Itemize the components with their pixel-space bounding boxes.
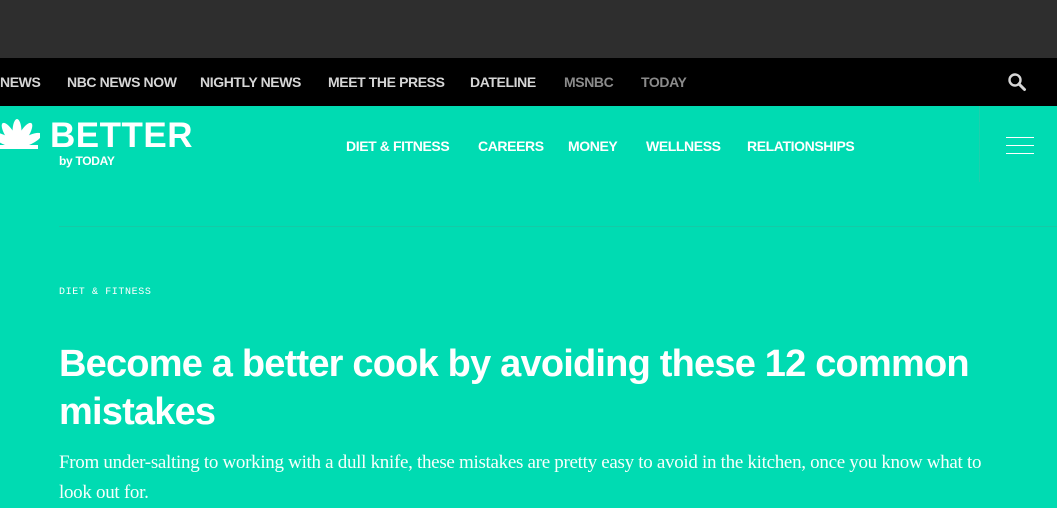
network-nav-bar: NEWS NBC NEWS NOW NIGHTLY NEWS MEET THE … bbox=[0, 58, 1057, 106]
network-link-dateline[interactable]: DATELINE bbox=[470, 74, 536, 90]
site-header: BETTER by TODAY DIET & FITNESS CAREERS M… bbox=[0, 106, 1057, 227]
better-by-today-logo[interactable]: BETTER by TODAY bbox=[0, 106, 230, 178]
ad-banner-area bbox=[0, 0, 1057, 58]
network-link-news[interactable]: NEWS bbox=[0, 74, 41, 90]
search-icon[interactable] bbox=[1006, 71, 1030, 93]
section-link-money[interactable]: MONEY bbox=[568, 138, 618, 154]
section-link-wellness[interactable]: WELLNESS bbox=[646, 138, 721, 154]
network-link-msnbc[interactable]: MSNBC bbox=[564, 74, 614, 90]
section-link-careers[interactable]: CAREERS bbox=[478, 138, 544, 154]
logo-wordmark: BETTER bbox=[50, 116, 193, 155]
article-dek: From under-salting to working with a dul… bbox=[59, 452, 982, 503]
network-link-meet-the-press[interactable]: MEET THE PRESS bbox=[328, 74, 445, 90]
menu-divider bbox=[979, 106, 980, 182]
network-link-nightly-news[interactable]: NIGHTLY NEWS bbox=[200, 74, 301, 90]
section-link-diet-fitness[interactable]: DIET & FITNESS bbox=[346, 138, 450, 154]
network-link-nbc-news-now[interactable]: NBC NEWS NOW bbox=[67, 74, 177, 90]
header-divider bbox=[59, 226, 1057, 227]
article-category-link[interactable]: DIET & FITNESS bbox=[59, 287, 151, 298]
hamburger-menu-icon[interactable] bbox=[1006, 137, 1034, 157]
section-link-relationships[interactable]: RELATIONSHIPS bbox=[747, 138, 855, 154]
logo-subtitle: by TODAY bbox=[59, 154, 115, 168]
network-link-today[interactable]: TODAY bbox=[641, 74, 687, 90]
article-headline: Become a better cook by avoiding these 1… bbox=[59, 343, 970, 433]
nbc-peacock-icon bbox=[0, 119, 40, 149]
